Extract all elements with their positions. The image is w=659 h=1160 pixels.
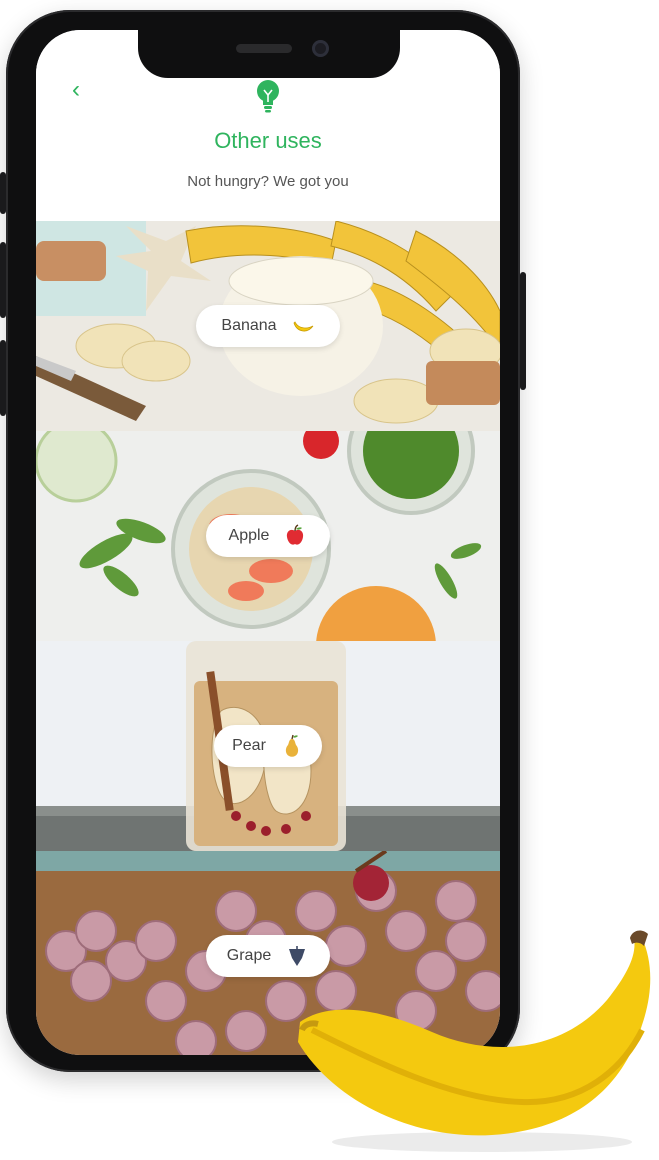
grape-label-text: Grape (226, 947, 272, 964)
pear-icon (285, 734, 299, 757)
mute-switch (0, 172, 6, 214)
volume-up-button (0, 242, 6, 318)
pear-label[interactable]: Pear (214, 725, 322, 767)
apple-label[interactable]: Apple (206, 515, 330, 557)
banana-decoration (298, 930, 651, 1152)
banana-label-text: Banana (221, 317, 277, 334)
speaker (236, 44, 292, 53)
apple-card[interactable]: Apple (36, 431, 500, 641)
lightbulb-icon (257, 80, 279, 113)
power-button (520, 272, 526, 390)
apple-label-text: Apple (228, 527, 270, 544)
page-title: Other uses (214, 128, 322, 153)
pear-label-text: Pear (232, 737, 266, 754)
front-camera (312, 40, 329, 57)
apple-icon (287, 524, 304, 545)
banana-icon (293, 321, 313, 332)
page-subtitle: Not hungry? We got you (187, 173, 349, 190)
pear-card[interactable]: Pear (36, 641, 500, 851)
screen: ‹ Other uses Not hungry? We got you Bana… (36, 30, 500, 1055)
notch (138, 30, 400, 78)
banana-label[interactable]: Banana (196, 305, 340, 347)
phone-frame: ‹ Other uses Not hungry? We got you Bana… (0, 10, 526, 1072)
volume-down-button (0, 340, 6, 416)
chevron-left-icon[interactable]: ‹ (64, 78, 88, 102)
banana-card[interactable]: Banana (36, 221, 500, 431)
